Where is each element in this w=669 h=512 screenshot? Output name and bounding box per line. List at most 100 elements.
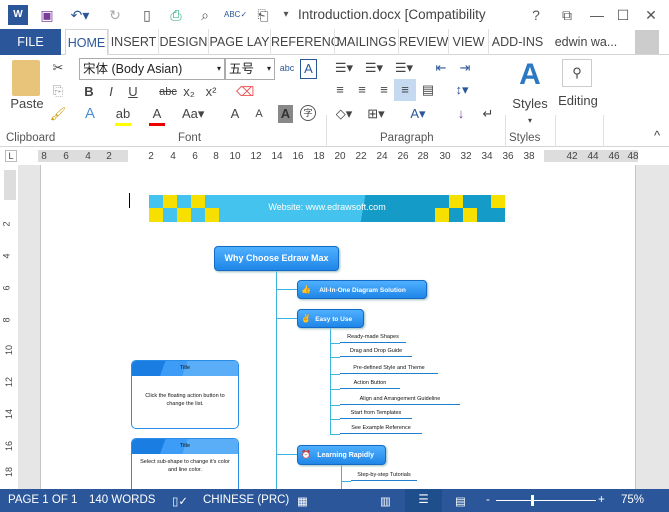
font-name-select[interactable]: 宋体 (Body Asian) ▾ bbox=[79, 58, 225, 80]
sub-item[interactable]: See Example Reference bbox=[340, 424, 422, 434]
cut-icon[interactable]: ✂ bbox=[48, 59, 68, 77]
ribbon-display-options-icon[interactable]: ⧉ bbox=[558, 5, 576, 25]
zoom-slider-thumb[interactable] bbox=[531, 495, 534, 506]
numbering-icon[interactable]: ☰▾ bbox=[362, 59, 386, 77]
print-icon[interactable]: ⎙ bbox=[166, 5, 186, 25]
character-shading-icon[interactable]: A bbox=[278, 105, 293, 123]
copy-icon[interactable]: ⎘ bbox=[48, 82, 68, 100]
close-button[interactable]: ✕ bbox=[642, 5, 660, 25]
word-count[interactable]: 140 WORDS bbox=[89, 494, 155, 506]
change-case-icon[interactable]: Aa▾ bbox=[182, 105, 204, 123]
borders-icon[interactable]: ⊞▾ bbox=[364, 105, 388, 123]
justify-icon[interactable]: ≡ bbox=[394, 79, 416, 101]
character-border-icon[interactable]: A bbox=[300, 59, 317, 79]
styles-button[interactable]: Styles bbox=[508, 95, 552, 113]
print-layout-icon[interactable]: ☰ bbox=[405, 489, 442, 512]
styles-icon[interactable]: A bbox=[512, 57, 548, 93]
new-document-icon[interactable]: ▯ bbox=[138, 5, 156, 25]
change-case-phonetic-icon[interactable]: abc bbox=[279, 59, 295, 77]
tab-add-ins[interactable]: ADD-INS bbox=[488, 29, 546, 55]
tab-home[interactable]: HOME bbox=[65, 29, 108, 56]
tab-view[interactable]: VIEW bbox=[448, 29, 488, 55]
attach-icon[interactable]: ⎗ bbox=[254, 5, 272, 25]
shading-icon[interactable]: ◇▾ bbox=[332, 105, 356, 123]
web-layout-icon[interactable]: ▤ bbox=[455, 494, 466, 508]
line-spacing-icon[interactable]: ↕▾ bbox=[450, 81, 474, 99]
root-node[interactable]: Why Choose Edraw Max bbox=[214, 246, 339, 271]
macro-icon[interactable]: ▦ bbox=[297, 494, 308, 508]
enclose-characters-icon[interactable]: 字 bbox=[300, 105, 316, 121]
highlight-color-icon[interactable]: ab bbox=[115, 105, 131, 126]
sub-item[interactable]: Align and Arrangement Guideline bbox=[340, 395, 460, 405]
tab-design[interactable]: DESIGN bbox=[158, 29, 208, 55]
multilevel-list-icon[interactable]: ☰▾ bbox=[392, 59, 416, 77]
spelling-icon[interactable]: ABC✓ bbox=[224, 5, 247, 25]
tab-insert[interactable]: INSERT bbox=[108, 29, 158, 55]
editing-button[interactable]: Editing bbox=[556, 92, 600, 110]
maximize-button[interactable]: ☐ bbox=[614, 5, 632, 25]
clear-formatting-icon[interactable]: ⌫ bbox=[236, 83, 254, 101]
font-color-icon[interactable]: A bbox=[149, 105, 165, 126]
show-marks-icon[interactable]: ↵ bbox=[480, 105, 496, 123]
styles-dropdown-icon[interactable]: ▾ bbox=[520, 112, 540, 130]
superscript-button[interactable]: x² bbox=[204, 83, 218, 101]
tab-mailings[interactable]: MAILINGS bbox=[334, 29, 398, 55]
tab-page-layout[interactable]: PAGE LAY bbox=[208, 29, 270, 55]
sort-icon[interactable]: ↓ bbox=[452, 105, 470, 123]
increase-indent-icon[interactable]: ⇥ bbox=[456, 59, 474, 77]
align-left-icon[interactable]: ≡ bbox=[332, 81, 348, 99]
font-size-select[interactable]: 五号 ▾ bbox=[225, 58, 275, 80]
redo-icon[interactable]: ↻ bbox=[106, 5, 124, 25]
branch-node[interactable]: ✌ Easy to Use bbox=[297, 309, 364, 328]
sub-item[interactable]: Start from Templates bbox=[340, 409, 412, 419]
format-painter-icon[interactable]: 🖌 bbox=[48, 105, 68, 123]
save-icon[interactable]: ▣ bbox=[38, 5, 56, 25]
tab-file[interactable]: FILE bbox=[0, 29, 61, 55]
tab-selector-icon[interactable]: L bbox=[5, 150, 17, 162]
sub-item[interactable]: Action Button bbox=[340, 379, 400, 389]
help-button[interactable]: ? bbox=[528, 5, 544, 25]
grow-font-icon[interactable]: A bbox=[228, 105, 242, 123]
language[interactable]: CHINESE (PRC) bbox=[203, 494, 289, 506]
sub-item[interactable]: Pre-defined Style and Theme bbox=[340, 364, 438, 374]
find-binoculars-icon[interactable]: ⚲ bbox=[562, 59, 592, 87]
subscript-button[interactable]: x₂ bbox=[182, 83, 196, 101]
customize-toolbar-icon[interactable]: ▾ bbox=[280, 5, 292, 25]
page-count[interactable]: PAGE 1 OF 1 bbox=[8, 494, 77, 506]
undo-icon[interactable]: ↶▾ bbox=[68, 5, 92, 25]
sub-item[interactable]: Step-by-step Tutorials bbox=[351, 471, 417, 481]
decrease-indent-icon[interactable]: ⇤ bbox=[432, 59, 450, 77]
sub-item[interactable]: Drag and Drop Guide bbox=[340, 347, 412, 357]
print-preview-icon[interactable]: ⌕ bbox=[196, 5, 214, 25]
avatar[interactable] bbox=[635, 30, 659, 54]
zoom-out-button[interactable]: - bbox=[486, 494, 490, 506]
minimize-button[interactable]: — bbox=[588, 5, 606, 25]
zoom-in-button[interactable]: + bbox=[598, 494, 605, 506]
vertical-scrollbar[interactable] bbox=[648, 165, 669, 489]
paste-icon[interactable] bbox=[12, 60, 40, 96]
underline-button[interactable]: U bbox=[126, 83, 140, 101]
sub-item[interactable]: Ready-made Shapes bbox=[340, 333, 406, 343]
zoom-slider[interactable] bbox=[496, 500, 596, 501]
proofing-icon[interactable]: ▯✓ bbox=[172, 494, 188, 508]
asian-layout-icon[interactable]: A▾ bbox=[406, 105, 430, 123]
read-mode-icon[interactable]: ▥ bbox=[380, 494, 391, 508]
shrink-font-icon[interactable]: A bbox=[252, 105, 266, 123]
note-box[interactable]: Title Click the floating action button t… bbox=[131, 360, 239, 429]
collapse-ribbon-icon[interactable]: ^ bbox=[650, 127, 664, 145]
strikethrough-button[interactable]: abc bbox=[158, 83, 178, 101]
tab-review[interactable]: REVIEW bbox=[398, 29, 448, 55]
text-effects-icon[interactable]: A bbox=[82, 105, 98, 123]
bullets-icon[interactable]: ☰▾ bbox=[332, 59, 356, 77]
branch-node[interactable]: ⏰ Learning Rapidly bbox=[297, 445, 386, 465]
tab-references[interactable]: REFERENC bbox=[270, 29, 340, 55]
align-right-icon[interactable]: ≡ bbox=[376, 81, 392, 99]
paste-button[interactable]: Paste bbox=[10, 95, 44, 113]
distributed-icon[interactable]: ▤ bbox=[420, 81, 436, 99]
align-center-icon[interactable]: ≡ bbox=[354, 81, 370, 99]
user-account-menu[interactable]: edwin wa... ▾ bbox=[550, 29, 622, 75]
bold-button[interactable]: B bbox=[82, 83, 96, 101]
zoom-level[interactable]: 75% bbox=[621, 494, 644, 506]
italic-button[interactable]: I bbox=[104, 83, 118, 101]
branch-node[interactable]: 👍 All-In-One Diagram Solution bbox=[297, 280, 427, 299]
